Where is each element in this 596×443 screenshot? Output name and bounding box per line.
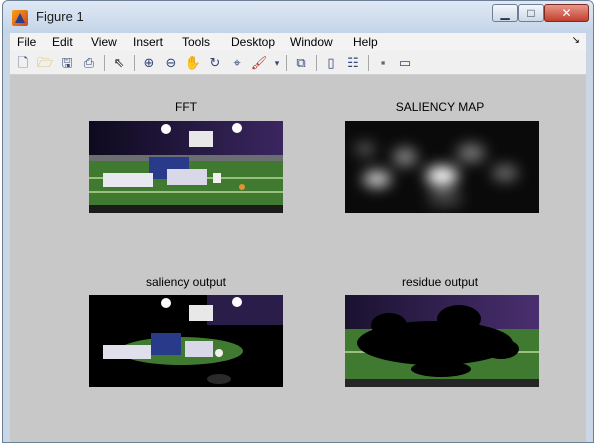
legend-icon[interactable]: ☷ — [344, 54, 362, 72]
print-icon[interactable]: ⎙ — [80, 54, 98, 72]
show-plot-tools-icon[interactable]: ▭ — [396, 54, 414, 72]
menu-window[interactable]: Window — [290, 35, 333, 49]
panel-title-saliency-map: SALIENCY MAP — [395, 100, 485, 114]
menu-desktop[interactable]: Desktop — [231, 35, 275, 49]
toolbar-separator — [368, 55, 369, 71]
toolbar-separator — [134, 55, 135, 71]
pan-hand-icon[interactable]: ✋ — [184, 54, 202, 72]
brush-dropdown-icon[interactable]: ▾ — [268, 54, 286, 72]
menu-overflow-icon[interactable]: ↘ — [572, 35, 580, 46]
saliency-output-image — [89, 295, 283, 387]
new-figure-icon[interactable]: 🗋 — [14, 54, 32, 72]
save-icon[interactable]: 🖫 — [58, 54, 76, 72]
panel-title-fft: FFT — [175, 100, 197, 114]
title-bar[interactable]: Figure 1 ▁ □ ✕ — [3, 1, 593, 33]
colorbar-icon[interactable]: ▯ — [322, 54, 340, 72]
residue-output-image — [345, 295, 539, 387]
maximize-button[interactable]: □ — [518, 4, 544, 22]
window-title: Figure 1 — [36, 9, 84, 24]
minimize-button[interactable]: ▁ — [492, 4, 518, 22]
panel-title-residue-output: residue output — [401, 275, 479, 289]
menu-view[interactable]: View — [91, 35, 117, 49]
panel-title-saliency-output: saliency output — [145, 275, 227, 289]
toolbar-separator — [104, 55, 105, 71]
edit-plot-arrow-icon[interactable]: ⇖ — [110, 54, 128, 72]
saliency-map-image — [345, 121, 539, 213]
menu-file[interactable]: File — [17, 35, 36, 49]
open-file-icon[interactable]: 🗁 — [36, 54, 54, 72]
brush-icon[interactable]: 🖌 — [250, 54, 268, 72]
figure-canvas: FFT SALIENCY MAP saliency output residue… — [10, 75, 586, 442]
menu-help[interactable]: Help — [353, 35, 378, 49]
zoom-in-icon[interactable]: ⊕ — [140, 54, 158, 72]
zoom-out-icon[interactable]: ⊖ — [162, 54, 180, 72]
figure-window: Figure 1 ▁ □ ✕ File Edit View Insert Too… — [2, 0, 594, 443]
toolbar-separator — [316, 55, 317, 71]
fft-image — [89, 121, 283, 213]
figure-toolbar: 🗋 🗁 🖫 ⎙ ⇖ ⊕ ⊖ ✋ ↻ ⌖ 🖌 ▾ ⧉ ▯ ☷ ▪ ▭ — [10, 51, 586, 75]
data-cursor-icon[interactable]: ⌖ — [228, 54, 246, 72]
menu-edit[interactable]: Edit — [52, 35, 73, 49]
menu-bar: File Edit View Insert Tools Desktop Wind… — [10, 33, 586, 51]
link-plot-icon[interactable]: ⧉ — [292, 54, 310, 72]
menu-insert[interactable]: Insert — [133, 35, 163, 49]
hide-plot-tools-icon[interactable]: ▪ — [374, 54, 392, 72]
close-button[interactable]: ✕ — [544, 4, 589, 22]
toolbar-separator — [286, 55, 287, 71]
matlab-icon — [12, 10, 28, 26]
menu-tools[interactable]: Tools — [182, 35, 210, 49]
rotate-3d-icon[interactable]: ↻ — [206, 54, 224, 72]
